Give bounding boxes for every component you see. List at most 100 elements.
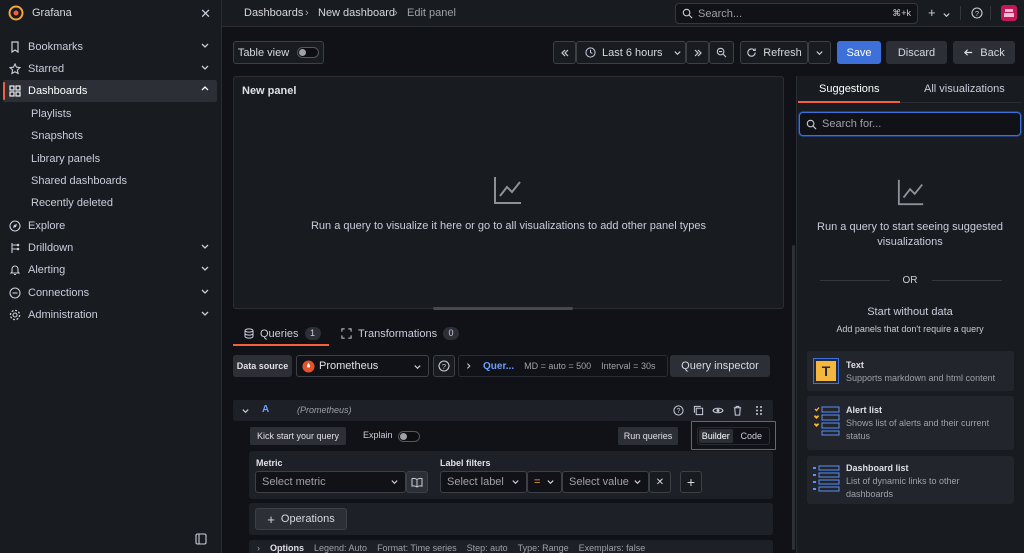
tab-queries[interactable]: Queries 1: [244, 327, 321, 340]
sidebar-item-explore[interactable]: Explore: [3, 215, 217, 237]
close-menu-icon[interactable]: ✕: [200, 6, 211, 22]
format-option: Format: Time series: [377, 543, 457, 553]
time-shift-forward-button[interactable]: [686, 41, 709, 64]
breadcrumb-dashboards[interactable]: Dashboards: [244, 7, 303, 19]
datasource-picker[interactable]: Prometheus: [296, 355, 429, 377]
tab-all-visualizations[interactable]: All visualizations: [924, 83, 1005, 95]
chevron-down-icon[interactable]: [200, 308, 210, 318]
chevron-down-icon[interactable]: [200, 241, 210, 251]
datasource-help-button[interactable]: ?: [433, 355, 455, 377]
time-range-label: Last 6 hours: [602, 46, 663, 59]
time-range-picker[interactable]: Last 6 hours: [576, 41, 686, 64]
text-viz-icon: T: [813, 358, 839, 384]
label-placeholder: Select label: [447, 476, 504, 488]
table-view-toggle[interactable]: Table view: [233, 41, 324, 64]
query-inspector-button[interactable]: Query inspector: [670, 355, 770, 377]
kick-start-query-button[interactable]: Kick start your query: [250, 427, 346, 445]
sidebar-subitem-recently-deleted[interactable]: Recently deleted: [31, 192, 113, 214]
table-view-label: Table view: [237, 46, 290, 59]
datasource-label: Data source: [233, 355, 292, 377]
alert-list-icon: [814, 406, 840, 436]
run-queries-button[interactable]: Run queries: [618, 427, 678, 445]
global-search-input[interactable]: Search... ⌘+k: [675, 3, 918, 24]
add-filter-button[interactable]: +: [680, 471, 702, 493]
query-row-header[interactable]: A (Prometheus) ?: [233, 400, 773, 421]
scrollbar[interactable]: [792, 245, 795, 550]
sidebar: Grafana ✕ Bookmarks Starred Dashboards P…: [0, 0, 222, 553]
save-button[interactable]: Save: [837, 41, 881, 64]
sidebar-item-alerting[interactable]: Alerting: [3, 259, 217, 281]
operator-value: =: [534, 476, 541, 488]
avatar[interactable]: [1001, 5, 1017, 21]
tab-suggestions[interactable]: Suggestions: [819, 83, 880, 95]
zoom-out-button[interactable]: [709, 41, 734, 64]
sidebar-subitem-shared-dashboards[interactable]: Shared dashboards: [31, 170, 127, 192]
visualization-search-input[interactable]: Search for...: [799, 112, 1021, 136]
grafana-logo-icon[interactable]: [8, 5, 24, 21]
help-icon[interactable]: ?: [673, 405, 684, 416]
chevron-up-icon[interactable]: [200, 84, 210, 94]
query-ref-id[interactable]: A: [262, 404, 269, 415]
refresh-button[interactable]: Refresh: [740, 41, 808, 64]
sidebar-subitem-playlists[interactable]: Playlists: [31, 103, 71, 125]
sidebar-item-connections[interactable]: Connections: [3, 282, 217, 304]
viz-card-dashboard-list[interactable]: Dashboard list List of dynamic links to …: [807, 456, 1014, 504]
viz-card-text[interactable]: T Text Supports markdown and html conten…: [807, 351, 1014, 391]
sidebar-item-bookmarks[interactable]: Bookmarks: [3, 36, 217, 58]
copy-icon[interactable]: [693, 405, 704, 416]
help-icon: ?: [438, 360, 450, 372]
operator-select[interactable]: =: [527, 471, 562, 493]
refresh-interval-dropdown[interactable]: [808, 41, 831, 64]
compass-icon: [9, 220, 21, 232]
sidebar-item-starred[interactable]: Starred: [3, 58, 217, 80]
sidebar-item-label: Drilldown: [28, 242, 74, 254]
query-options-row[interactable]: › Options Legend: Auto Format: Time seri…: [249, 540, 773, 553]
sidebar-item-drilldown[interactable]: Drilldown: [3, 237, 217, 259]
time-shift-back-button[interactable]: [553, 41, 576, 64]
add-operation-button[interactable]: + Operations: [255, 508, 347, 530]
panel-title: New panel: [242, 85, 297, 97]
chevron-down-icon[interactable]: [200, 40, 210, 50]
suggestions-hint-line2: visualizations: [877, 236, 943, 248]
max-data-points: MD = auto = 500: [524, 361, 592, 371]
dock-menu-icon[interactable]: [195, 533, 207, 545]
remove-filter-button[interactable]: ✕: [649, 471, 671, 493]
panel-resize-handle[interactable]: [433, 307, 573, 310]
breadcrumb-current: Edit panel: [407, 7, 456, 19]
prometheus-icon: [302, 359, 315, 373]
sidebar-subitem-snapshots[interactable]: Snapshots: [31, 125, 83, 147]
chevron-down-icon[interactable]: [200, 263, 210, 273]
dashboard-list-icon: [813, 465, 840, 492]
sidebar-item-administration[interactable]: Administration: [3, 304, 217, 326]
viz-card-alert-list[interactable]: Alert list Shows list of alerts and thei…: [807, 396, 1014, 450]
explain-toggle[interactable]: [398, 430, 420, 442]
value-select[interactable]: Select value: [562, 471, 649, 493]
discard-button[interactable]: Discard: [886, 41, 947, 64]
query-options-toggle[interactable]: Quer... MD = auto = 500 Interval = 30s: [458, 355, 668, 377]
plus-icon: +: [267, 511, 275, 527]
svg-text:?: ?: [975, 9, 979, 18]
operations-label: Operations: [280, 513, 335, 525]
breadcrumb-new-dashboard[interactable]: New dashboard: [318, 7, 395, 19]
drilldown-icon: [11, 243, 20, 253]
toggle-switch[interactable]: [297, 47, 320, 58]
trash-icon[interactable]: [732, 405, 743, 416]
help-icon[interactable]: ?: [971, 7, 983, 19]
text-t-glyph: T: [816, 361, 836, 381]
chevron-down-icon[interactable]: [942, 10, 951, 19]
back-button[interactable]: Back: [953, 41, 1015, 64]
chevron-down-icon[interactable]: [200, 62, 210, 72]
add-new-icon[interactable]: +: [928, 5, 936, 20]
query-options-name: Quer...: [483, 360, 515, 372]
metrics-explorer-button[interactable]: [406, 471, 428, 493]
label-select[interactable]: Select label: [440, 471, 527, 493]
chevron-down-icon[interactable]: [241, 406, 250, 415]
drag-handle-icon[interactable]: [755, 405, 763, 416]
chevron-down-icon[interactable]: [200, 286, 210, 296]
card-title: Dashboard list: [846, 463, 909, 473]
sidebar-subitem-library-panels[interactable]: Library panels: [31, 148, 100, 170]
metric-select[interactable]: Select metric: [255, 471, 406, 493]
sidebar-item-dashboards[interactable]: Dashboards: [3, 80, 217, 102]
tab-transformations[interactable]: Transformations 0: [341, 327, 460, 340]
eye-icon[interactable]: [712, 405, 724, 416]
